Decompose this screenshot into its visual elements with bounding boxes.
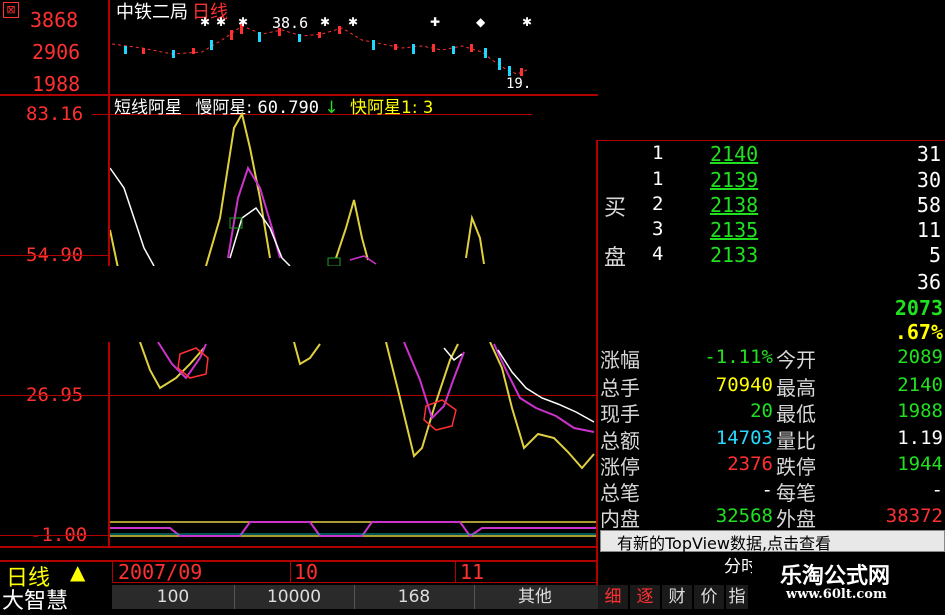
price-axis-bottom: 1988 [32, 72, 81, 96]
price-axis-mid: 2906 [32, 40, 81, 64]
svg-text:◆: ◆ [476, 15, 486, 29]
footer-tab-other[interactable]: 其他 [474, 585, 595, 609]
order-volume: 11 [916, 218, 941, 242]
watermark-url: www.60lt.com [786, 587, 887, 602]
order-level: 1 [652, 168, 664, 190]
per-trade-value: - [931, 479, 943, 501]
amount-label: 总额 [600, 429, 640, 453]
total-vol-value: 70940 [715, 374, 773, 396]
change-pct-partial: .67% [894, 320, 943, 344]
open-label: 今开 [776, 348, 816, 372]
candlestick-chart: ✱ ✱ ✱ ✱ ✱ ✚ ◆ ✱ [112, 15, 532, 76]
total-vol-label: 总手 [600, 376, 640, 400]
low-label: 最低 [776, 402, 816, 426]
order-volume: 58 [916, 193, 941, 217]
current-vol-value: 20 [750, 400, 773, 422]
timeline-tick-2 [455, 561, 456, 583]
high-value: 2140 [897, 374, 943, 396]
change-pct-label: 涨幅 [600, 348, 640, 372]
svg-text:✱: ✱ [216, 15, 226, 29]
open-value: 2089 [897, 346, 943, 368]
trades-label: 总笔 [600, 481, 640, 505]
timeline-month-1: 2007/09 [118, 560, 203, 584]
low-value: 1988 [897, 400, 943, 422]
price-axis-top: 3868 [30, 8, 79, 32]
order-price: 2140 [710, 142, 759, 166]
timeline-tick-1 [290, 561, 291, 583]
order-price: 2135 [710, 218, 759, 242]
vol-ratio-value: 1.19 [897, 427, 943, 449]
order-level: 2 [652, 193, 664, 215]
svg-text:✱: ✱ [320, 15, 330, 29]
svg-text:✱: ✱ [348, 15, 358, 29]
topview-notice-text: 有新的TopView数据,点击查看 [617, 534, 832, 553]
up-triangle-icon[interactable]: ▲ [70, 560, 85, 584]
inner-value: 32568 [715, 505, 773, 527]
change-pct-value: -1.11% [704, 346, 773, 368]
order-level: 4 [652, 243, 664, 265]
indicator-axis-1: 83.16 [26, 103, 84, 125]
footer-tab-10000[interactable]: 10000 [234, 585, 353, 609]
extra-volume: 36 [916, 270, 941, 294]
timeline-month-3: 11 [460, 560, 485, 584]
trades-value: - [761, 479, 773, 501]
limit-down-value: 1944 [897, 453, 943, 475]
svg-text:✚: ✚ [430, 15, 440, 29]
order-book-top-line [598, 140, 945, 141]
app-name: 大智慧 [2, 589, 69, 614]
topview-notice[interactable]: 有新的TopView数据,点击查看 [600, 530, 945, 553]
inner-label: 内盘 [600, 507, 640, 531]
limit-down-label: 跌停 [776, 455, 816, 479]
order-level: 1 [652, 142, 664, 164]
outer-label: 外盘 [776, 507, 816, 531]
order-row[interactable]: 2 2138 58 [598, 193, 945, 217]
footer-tab-100[interactable]: 100 [114, 585, 232, 609]
watermark: 乐淘公式网 www.60lt.com [752, 556, 945, 609]
current-price: 2073 [894, 296, 943, 320]
svg-text:✱: ✱ [522, 15, 532, 29]
right-tab-tick[interactable]: 逐 [630, 585, 660, 609]
order-row[interactable]: 3 2135 11 [598, 218, 945, 242]
order-price: 2133 [710, 243, 759, 267]
order-volume: 5 [928, 243, 941, 267]
vol-ratio-label: 量比 [776, 429, 816, 453]
order-volume: 31 [916, 142, 941, 166]
right-tab-price[interactable]: 价 [694, 585, 724, 609]
order-price: 2138 [710, 193, 759, 217]
outer-value: 38372 [885, 505, 943, 527]
order-row[interactable]: 1 2139 30 [598, 168, 945, 192]
right-tab-detail[interactable]: 细 [598, 585, 628, 609]
limit-up-label: 涨停 [600, 455, 640, 479]
timeline-top-line [0, 546, 598, 548]
chart-gap [0, 266, 945, 342]
order-level: 3 [652, 218, 664, 240]
watermark-title: 乐淘公式网 [780, 564, 891, 589]
high-label: 最高 [776, 376, 816, 400]
order-row[interactable]: 1 2140 31 [598, 142, 945, 166]
right-tab-finance[interactable]: 财 [662, 585, 692, 609]
right-tab-index[interactable]: 指 [726, 585, 748, 609]
tick-54 [0, 255, 110, 256]
svg-text:✱: ✱ [238, 15, 248, 29]
order-row[interactable]: 4 2133 5 [598, 243, 945, 267]
order-volume: 30 [916, 168, 941, 192]
limit-up-value: 2376 [727, 453, 773, 475]
amount-value: 14703 [715, 427, 773, 449]
order-price: 2139 [710, 168, 759, 192]
close-box-icon[interactable]: ⊠ [3, 2, 19, 18]
svg-text:✱: ✱ [200, 15, 210, 29]
footer-tab-168[interactable]: 168 [354, 585, 473, 609]
tick-neg1 [0, 535, 110, 536]
current-vol-label: 现手 [600, 402, 640, 426]
timeline-month-2: 10 [294, 560, 319, 584]
tick-83 [92, 114, 110, 115]
per-trade-label: 每笔 [776, 481, 816, 505]
